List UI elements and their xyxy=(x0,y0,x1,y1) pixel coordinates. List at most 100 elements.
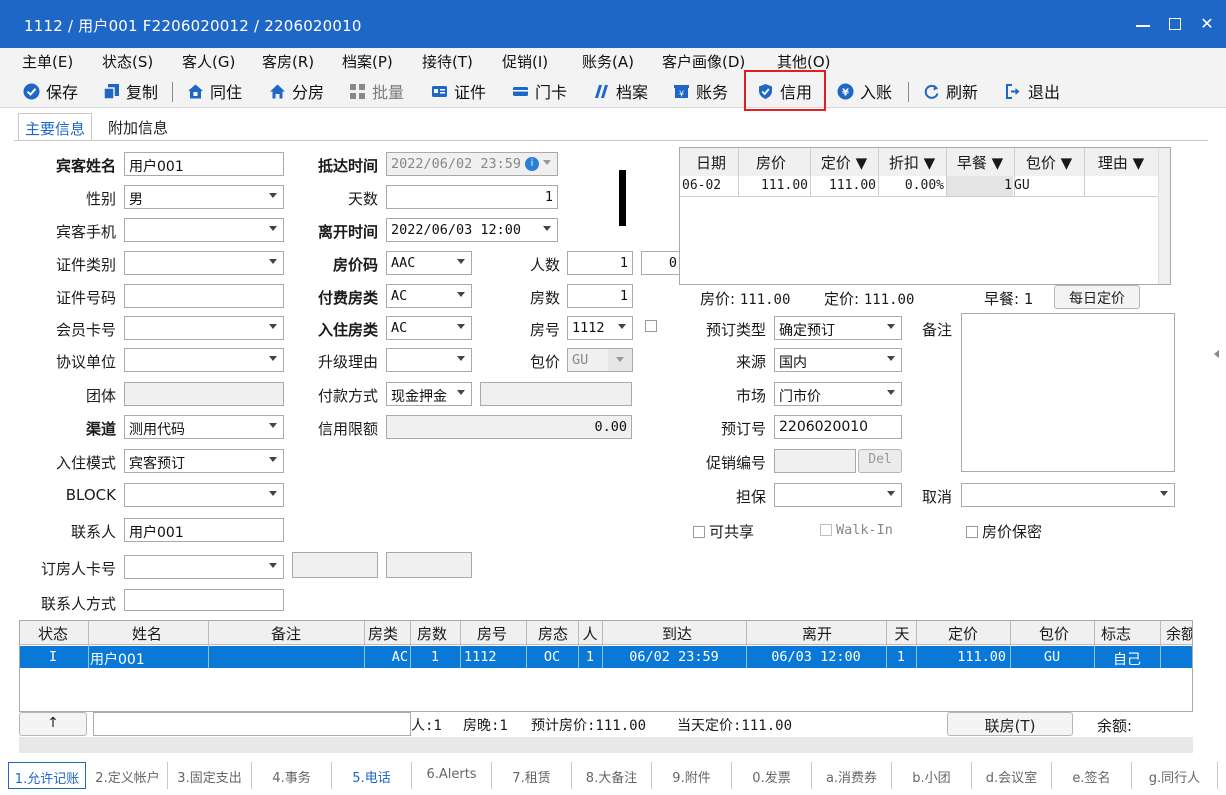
booking-type-select[interactable]: 确定预订 xyxy=(774,316,902,340)
tab-fixed-expense[interactable]: 3.固定支出 xyxy=(168,762,252,789)
gcol-room-no[interactable]: 房号 xyxy=(462,623,522,644)
gcol-room-type[interactable]: 房类 xyxy=(364,623,402,644)
batch-button[interactable]: 批量 xyxy=(348,79,404,103)
profile-button[interactable]: 档案 xyxy=(592,79,648,103)
rate-row-breakfast[interactable]: 1 xyxy=(948,178,1012,193)
tab-small-group[interactable]: b.小团 xyxy=(892,762,972,789)
cancel-select[interactable] xyxy=(961,483,1175,507)
remarks-textarea[interactable] xyxy=(961,313,1175,472)
split-room-button[interactable]: 分房 xyxy=(268,79,324,103)
table-row[interactable]: I 用户001 AC 1 1112 OC 1 06/02 23:59 06/03… xyxy=(20,646,1192,668)
booker-card-select[interactable] xyxy=(124,555,284,579)
menu-profile[interactable]: 档案(P) xyxy=(342,51,393,72)
block-select[interactable] xyxy=(124,483,284,507)
room-number-select[interactable]: 1112 xyxy=(567,316,633,340)
departure-datetime[interactable]: 2022/06/03 12:00 xyxy=(386,218,558,242)
rate-row-date[interactable]: 06-02 xyxy=(682,178,721,193)
rate-secret-checkbox[interactable]: 房价保密 xyxy=(966,521,1042,542)
minimize-button[interactable] xyxy=(1130,12,1156,36)
tab-attachments[interactable]: 9.附件 xyxy=(652,762,732,789)
guest-name-input[interactable]: 用户001 xyxy=(124,152,284,176)
upgrade-reason-select[interactable] xyxy=(386,348,472,372)
gcol-depart[interactable]: 离开 xyxy=(750,623,884,644)
tab-allow-charge[interactable]: 1.允许记账 xyxy=(8,762,86,789)
contact-input[interactable]: 用户001 xyxy=(124,518,284,542)
persons-extra-input[interactable]: 0 xyxy=(641,251,681,275)
link-rooms-button[interactable]: 联房(T) xyxy=(947,712,1073,736)
menu-promotion[interactable]: 促销(I) xyxy=(502,51,548,72)
gcol-persons[interactable]: 人 xyxy=(580,623,600,644)
tab-alerts[interactable]: 6.Alerts xyxy=(412,762,492,789)
tab-vouchers[interactable]: a.消费券 xyxy=(812,762,892,789)
gcol-flag[interactable]: 标志 xyxy=(1096,623,1136,644)
refresh-button[interactable]: 刷新 xyxy=(922,79,978,103)
tab-meeting-room[interactable]: d.会议室 xyxy=(972,762,1052,789)
gcol-rate[interactable]: 定价 xyxy=(920,623,1006,644)
tab-define-account[interactable]: 2.定义帐户 xyxy=(88,762,168,789)
gcol-arrive[interactable]: 到达 xyxy=(610,623,744,644)
persons-input[interactable]: 1 xyxy=(567,251,633,275)
promo-delete-button[interactable]: Del xyxy=(858,449,902,473)
rate-row-rate[interactable]: 111.00 xyxy=(740,178,808,193)
gcol-remark[interactable]: 备注 xyxy=(208,623,364,644)
rate-grid-scrollbar[interactable] xyxy=(1158,148,1170,284)
contact-method-input[interactable] xyxy=(124,589,284,611)
col-breakfast[interactable]: 早餐 ▼ xyxy=(946,152,1014,173)
col-rate[interactable]: 房价 xyxy=(740,152,802,173)
rate-row-fixed[interactable]: 111.00 xyxy=(812,178,876,193)
id-type-select[interactable] xyxy=(124,251,284,275)
account-button[interactable]: ¥ 账务 xyxy=(672,79,728,103)
mobile-select[interactable] xyxy=(124,218,284,242)
menu-accounts[interactable]: 账务(A) xyxy=(582,51,634,72)
gcol-days[interactable]: 天 xyxy=(890,623,914,644)
menu-room[interactable]: 客房(R) xyxy=(262,51,314,72)
booking-no-input[interactable]: 2206020010 xyxy=(774,415,902,439)
col-date[interactable]: 日期 xyxy=(688,152,734,173)
tab-companions[interactable]: g.同行人 xyxy=(1132,762,1218,789)
agreement-unit-select[interactable] xyxy=(124,348,284,372)
shareable-checkbox[interactable]: 可共享 xyxy=(693,521,754,542)
cohabit-button[interactable]: 同住 xyxy=(186,79,242,103)
col-reason[interactable]: 理由 ▼ xyxy=(1084,152,1158,173)
save-button[interactable]: 保存 xyxy=(22,79,78,103)
room-lock-checkbox[interactable] xyxy=(645,320,657,332)
col-fixed[interactable]: 定价 ▼ xyxy=(810,152,878,173)
scroll-up-button[interactable]: ↑ xyxy=(19,712,87,736)
checkin-mode-select[interactable]: 宾客预订 xyxy=(124,449,284,473)
side-panel-toggle-icon[interactable] xyxy=(1214,350,1219,358)
rate-row-discount[interactable]: 0.00% xyxy=(880,178,944,193)
col-discount[interactable]: 折扣 ▼ xyxy=(878,152,946,173)
horizontal-scrollbar[interactable] xyxy=(19,737,1193,753)
menu-main[interactable]: 主单(E) xyxy=(22,51,73,72)
source-select[interactable]: 国内 xyxy=(774,348,902,372)
gcol-package[interactable]: 包价 xyxy=(1014,623,1094,644)
walkin-checkbox[interactable]: Walk-In xyxy=(820,522,893,538)
tab-extra-info[interactable]: 附加信息 xyxy=(102,113,174,141)
menu-status[interactable]: 状态(S) xyxy=(102,51,153,72)
pay-room-type-select[interactable]: AC xyxy=(386,284,472,308)
menu-customer-portrait[interactable]: 客户画像(D) xyxy=(662,51,745,72)
daily-fix-rate-button[interactable]: 每日定价 xyxy=(1054,285,1140,309)
post-button[interactable]: ¥ 入账 xyxy=(836,79,892,103)
market-select[interactable]: 门市价 xyxy=(774,382,902,406)
menu-guest[interactable]: 客人(G) xyxy=(182,51,235,72)
tab-invoice[interactable]: 0.发票 xyxy=(732,762,812,789)
tab-main-info[interactable]: 主要信息 xyxy=(18,113,93,141)
quick-search-input[interactable] xyxy=(93,712,411,736)
id-card-button[interactable]: 证件 xyxy=(430,79,486,103)
rate-row-package[interactable]: GU xyxy=(1014,178,1030,193)
rate-code-select[interactable]: AAC xyxy=(386,251,472,275)
gcol-status[interactable]: 状态 xyxy=(20,623,86,644)
maximize-button[interactable] xyxy=(1162,12,1188,36)
exit-button[interactable]: 退出 xyxy=(1004,79,1060,103)
gcol-rooms[interactable]: 房数 xyxy=(412,623,452,644)
door-card-button[interactable]: 门卡 xyxy=(511,79,567,103)
pay-method-select[interactable]: 现金押金 xyxy=(386,382,472,406)
room-count-input[interactable]: 1 xyxy=(567,284,633,308)
tab-signature[interactable]: e.签名 xyxy=(1052,762,1132,789)
copy-button[interactable]: 复制 xyxy=(102,79,158,103)
id-number-input[interactable] xyxy=(124,284,284,308)
tab-lease[interactable]: 7.租赁 xyxy=(492,762,572,789)
close-button[interactable]: ✕ xyxy=(1194,12,1220,36)
tab-phone[interactable]: 5.电话 xyxy=(332,762,412,789)
